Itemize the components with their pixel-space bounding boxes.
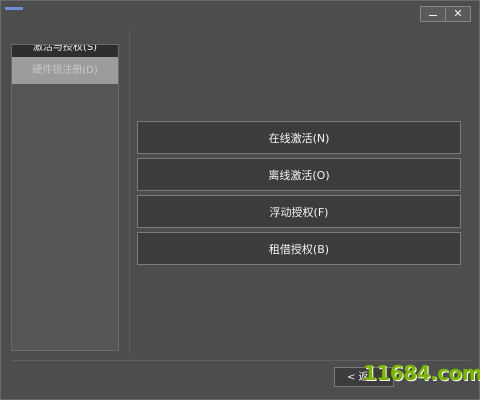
activation-options: 在线激活(N) 离线激活(O) 浮动授权(F) 租借授权(B) (137, 121, 461, 269)
online-activation-button[interactable]: 在线激活(N) (137, 121, 461, 154)
app-window: ✕ 激活与授权(S) 硬件锁注册(D) 在线激活(N) 离线激活(O) 浮动授权… (0, 0, 480, 400)
sidebar: 激活与授权(S) 硬件锁注册(D) (11, 44, 119, 351)
sidebar-item-activation[interactable]: 激活与授权(S) (12, 45, 118, 57)
sidebar-item-label: 硬件锁注册(D) (32, 65, 98, 76)
floating-license-button[interactable]: 浮动授权(F) (137, 195, 461, 228)
divider (129, 29, 130, 355)
close-button[interactable]: ✕ (445, 7, 470, 21)
title-bar: ✕ (1, 1, 479, 23)
sidebar-item-label: 激活与授权(S) (32, 45, 98, 53)
minimize-icon (429, 15, 437, 16)
offline-activation-button[interactable]: 离线激活(O) (137, 158, 461, 191)
close-icon: ✕ (453, 7, 463, 20)
watermark: 11684.com (363, 361, 480, 385)
app-icon (5, 7, 23, 10)
minimize-button[interactable] (421, 7, 445, 21)
sidebar-item-hardware-lock: 硬件锁注册(D) (12, 57, 118, 84)
borrow-license-button[interactable]: 租借授权(B) (137, 232, 461, 265)
window-controls: ✕ (420, 6, 471, 22)
